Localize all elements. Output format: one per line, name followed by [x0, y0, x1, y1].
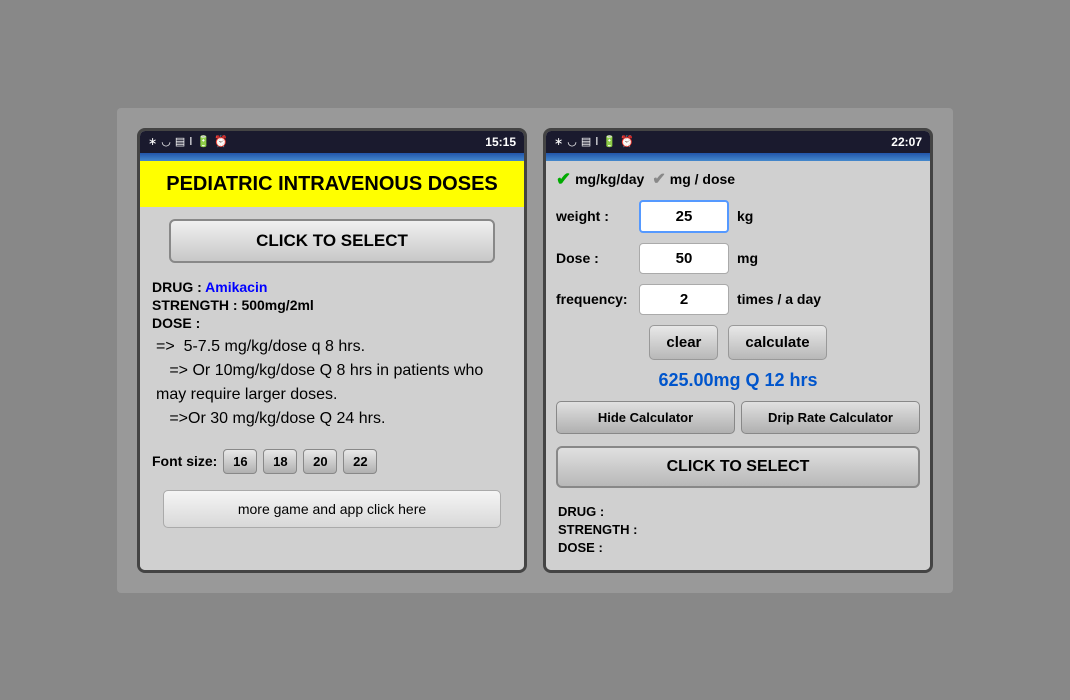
- left-status-icons: ∗ ◡ ▤ Ⅰ 🔋 ⏰: [148, 135, 228, 148]
- frequency-row: frequency: times / a day: [556, 284, 920, 315]
- signal-icon: Ⅰ: [189, 135, 192, 148]
- clipboard-icon: ▤: [175, 135, 185, 148]
- app-title: PEDIATRIC INTRAVENOUS DOSES: [140, 161, 524, 207]
- check-gray-icon[interactable]: ✔: [652, 169, 665, 189]
- frequency-unit: times / a day: [737, 291, 821, 307]
- left-status-bar: ∗ ◡ ▤ Ⅰ 🔋 ⏰ 15:15: [140, 131, 524, 153]
- dose-row: Dose : mg: [556, 243, 920, 274]
- click-to-select-button-left[interactable]: CLICK TO SELECT: [169, 219, 495, 263]
- font-size-20[interactable]: 20: [303, 449, 337, 474]
- font-size-16[interactable]: 16: [223, 449, 257, 474]
- wifi-icon: ◡: [161, 135, 171, 148]
- drug-label-bottom: DRUG :: [558, 504, 918, 519]
- weight-row: weight : kg: [556, 200, 920, 233]
- frequency-input[interactable]: [639, 284, 729, 315]
- drug-label: DRUG :: [152, 279, 205, 295]
- signal-icon-r: Ⅰ: [595, 135, 598, 148]
- dose-row-label: Dose :: [556, 250, 631, 266]
- font-size-18[interactable]: 18: [263, 449, 297, 474]
- right-phone: ∗ ◡ ▤ Ⅰ 🔋 ⏰ 22:07 ✔ mg/kg/day ✔ mg: [543, 128, 933, 573]
- battery-icon: 🔋: [196, 135, 210, 148]
- font-size-22[interactable]: 22: [343, 449, 377, 474]
- left-phone: ∗ ◡ ▤ Ⅰ 🔋 ⏰ 15:15 PEDIATRIC INTRAVENOUS …: [137, 128, 527, 573]
- font-size-controls: Font size: 16 18 20 22: [140, 445, 524, 478]
- calc-button-row: clear calculate: [556, 325, 920, 360]
- left-blue-bar: [140, 153, 524, 161]
- dose-unit: mg: [737, 250, 758, 266]
- drug-info-bottom: DRUG : STRENGTH : DOSE :: [556, 500, 920, 562]
- checkbox-mgkgday: ✔ mg/kg/day: [556, 169, 644, 190]
- more-game-button[interactable]: more game and app click here: [163, 490, 501, 528]
- left-time: 15:15: [485, 135, 516, 149]
- checkbox-row: ✔ mg/kg/day ✔ mg / dose: [556, 169, 920, 190]
- clipboard-icon-r: ▤: [581, 135, 591, 148]
- right-status-bar: ∗ ◡ ▤ Ⅰ 🔋 ⏰ 22:07: [546, 131, 930, 153]
- checkbox1-label: mg/kg/day: [575, 171, 644, 187]
- bluetooth-icon: ∗: [148, 135, 157, 148]
- font-size-label: Font size:: [152, 453, 217, 469]
- check-green-icon[interactable]: ✔: [556, 169, 571, 190]
- action-button-row: Hide Calculator Drip Rate Calculator: [556, 401, 920, 434]
- checkbox2-label: mg / dose: [670, 171, 735, 187]
- frequency-label: frequency:: [556, 291, 631, 307]
- checkbox-mgdose: ✔ mg / dose: [652, 169, 735, 189]
- right-phone-content: ✔ mg/kg/day ✔ mg / dose weight : kg Dose…: [546, 161, 930, 570]
- right-status-icons: ∗ ◡ ▤ Ⅰ 🔋 ⏰: [554, 135, 634, 148]
- battery-icon-r: 🔋: [602, 135, 616, 148]
- alarm-icon: ⏰: [214, 135, 228, 148]
- calculate-button[interactable]: calculate: [728, 325, 826, 360]
- bluetooth-icon-r: ∗: [554, 135, 563, 148]
- drug-name-line: DRUG : Amikacin: [152, 279, 512, 295]
- dose-info-label-bottom: DOSE :: [558, 540, 918, 555]
- weight-input[interactable]: [639, 200, 729, 233]
- right-time: 22:07: [891, 135, 922, 149]
- dose-header-label: DOSE :: [152, 315, 512, 331]
- left-phone-content: PEDIATRIC INTRAVENOUS DOSES CLICK TO SEL…: [140, 161, 524, 570]
- drug-info-section: DRUG : Amikacin STRENGTH : 500mg/2ml DOS…: [140, 275, 524, 445]
- result-display: 625.00mg Q 12 hrs: [556, 370, 920, 391]
- click-to-select-button-right[interactable]: CLICK TO SELECT: [556, 446, 920, 488]
- calculator-section: ✔ mg/kg/day ✔ mg / dose weight : kg Dose…: [546, 161, 930, 570]
- hide-calculator-button[interactable]: Hide Calculator: [556, 401, 735, 434]
- right-blue-bar: [546, 153, 930, 161]
- weight-label: weight :: [556, 208, 631, 224]
- dose-description: => 5-7.5 mg/kg/dose q 8 hrs. => Or 10mg/…: [152, 335, 512, 431]
- strength-label-bottom: STRENGTH :: [558, 522, 918, 537]
- clear-button[interactable]: clear: [649, 325, 718, 360]
- strength-line: STRENGTH : 500mg/2ml: [152, 297, 512, 313]
- wifi-icon-r: ◡: [567, 135, 577, 148]
- alarm-icon-r: ⏰: [620, 135, 634, 148]
- weight-unit: kg: [737, 208, 753, 224]
- dose-input[interactable]: [639, 243, 729, 274]
- drug-name-value: Amikacin: [205, 279, 267, 295]
- drip-rate-button[interactable]: Drip Rate Calculator: [741, 401, 920, 434]
